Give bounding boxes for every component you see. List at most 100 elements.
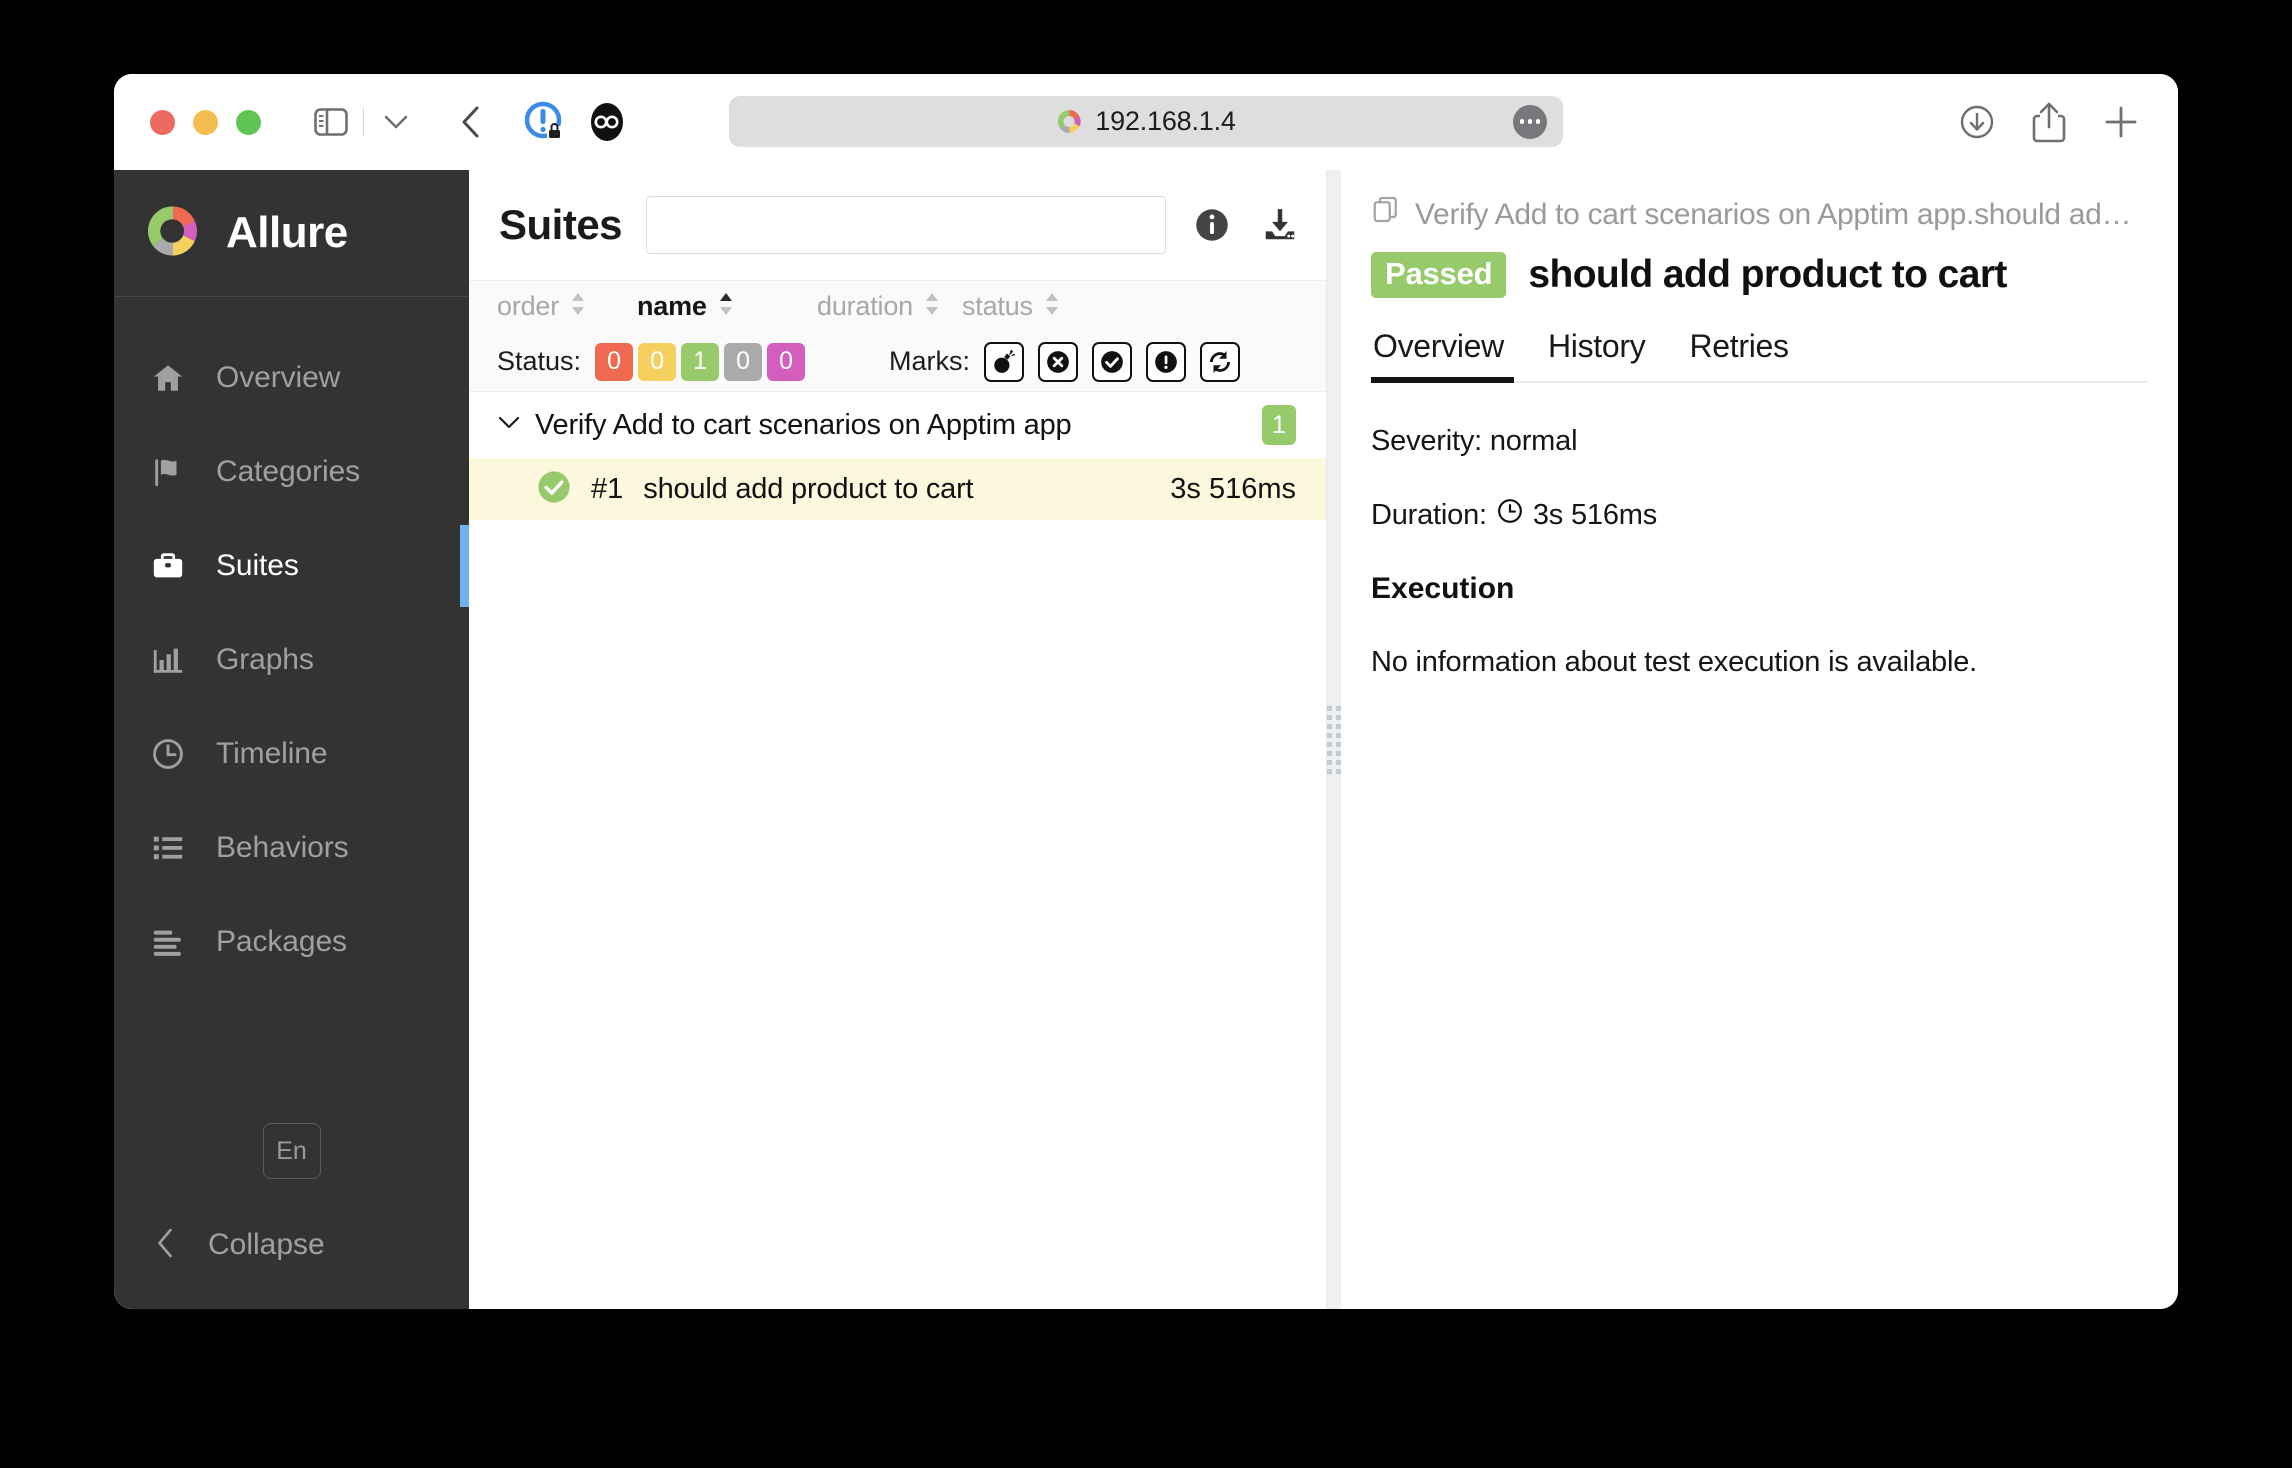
sidebar-active-indicator: [460, 525, 469, 607]
status-chip-skipped[interactable]: 0: [724, 343, 762, 381]
chevron-left-icon: [152, 1227, 178, 1264]
duration-value: 3s 516ms: [1533, 499, 1657, 532]
sidebar-item-label: Suites: [216, 549, 299, 583]
test-detail-panel: Verify Add to cart scenarios on Apptim a…: [1341, 170, 2178, 1309]
status-chip-unknown[interactable]: 0: [767, 343, 805, 381]
passed-status-icon: [537, 470, 571, 509]
privacy-report-icon[interactable]: [522, 99, 568, 145]
suites-tree: Verify Add to cart scenarios on Apptim a…: [469, 392, 1326, 520]
status-chip-broken[interactable]: 0: [638, 343, 676, 381]
status-chip-group: 0 0 1 0 0: [595, 343, 805, 381]
address-bar[interactable]: 192.168.1.4: [729, 96, 1563, 147]
sort-label: order: [497, 291, 559, 322]
clock-icon: [1497, 498, 1523, 532]
downloads-icon[interactable]: [1954, 99, 2000, 145]
status-badge: Passed: [1371, 252, 1506, 298]
sidebar-item-graphs[interactable]: Graphs: [114, 613, 469, 707]
toolbar-divider: [363, 107, 364, 137]
sort-label: name: [637, 291, 707, 322]
sidebar-item-label: Graphs: [216, 643, 314, 677]
marks-filter-label: Marks:: [889, 346, 970, 377]
test-duration: 3s 516ms: [1170, 473, 1296, 506]
clock-icon: [150, 736, 186, 772]
detail-title: should add product to cart: [1528, 253, 2006, 297]
sort-column-status[interactable]: status: [962, 291, 1092, 322]
sidebar-icon[interactable]: [305, 96, 357, 148]
detail-tabs: Overview History Retries: [1371, 324, 2148, 383]
brand-header[interactable]: Allure: [114, 170, 469, 297]
sidebar: Allure Overview Categories: [114, 170, 469, 1309]
new-tab-icon[interactable]: [2098, 99, 2144, 145]
tab-overview[interactable]: Overview: [1371, 324, 1526, 381]
grip-dots-icon: [1327, 706, 1341, 774]
page-settings-icon[interactable]: [1513, 105, 1547, 139]
copy-icon[interactable]: [1371, 196, 1401, 234]
home-icon: [150, 360, 186, 396]
bomb-icon[interactable]: [984, 342, 1024, 382]
filter-row: Status: 0 0 1 0 0 Marks:: [469, 332, 1326, 392]
sidebar-item-suites[interactable]: Suites: [114, 519, 469, 613]
brand-name: Allure: [226, 208, 348, 258]
detail-body: Severity: normal Duration: 3s 516ms Exec…: [1371, 383, 2148, 679]
sidebar-item-categories[interactable]: Categories: [114, 425, 469, 519]
sidebar-nav: Overview Categories Suites: [114, 297, 469, 989]
sidebar-item-label: Overview: [216, 361, 340, 395]
status-filter-label: Status:: [497, 346, 581, 377]
chevron-down-icon[interactable]: [497, 415, 521, 436]
sort-arrows-icon: [717, 291, 735, 322]
allure-app: Allure Overview Categories: [114, 170, 2178, 1309]
flag-icon: [150, 454, 186, 490]
execution-note: No information about test execution is a…: [1371, 646, 2148, 679]
breadcrumb-text: Verify Add to cart scenarios on Apptim a…: [1415, 198, 2131, 232]
severity-line: Severity: normal: [1371, 425, 2148, 458]
panel-resize-handle[interactable]: [1327, 170, 1341, 1309]
minimize-window-button[interactable]: [193, 110, 218, 135]
bar-chart-icon: [150, 642, 186, 678]
sidebar-item-label: Timeline: [216, 737, 327, 771]
sort-column-name[interactable]: name: [637, 291, 787, 322]
sidebar-item-label: Behaviors: [216, 831, 349, 865]
status-chip-failed[interactable]: 0: [595, 343, 633, 381]
page-title: Suites: [499, 201, 622, 249]
suite-count-badge: 1: [1262, 405, 1296, 445]
sort-label: status: [962, 291, 1033, 322]
address-bar-url: 192.168.1.4: [1095, 106, 1235, 137]
tab-retries[interactable]: Retries: [1667, 324, 1810, 381]
x-circle-icon[interactable]: [1038, 342, 1078, 382]
duration-label: Duration:: [1371, 499, 1487, 532]
suite-name: Verify Add to cart scenarios on Apptim a…: [535, 409, 1071, 442]
download-icon[interactable]: [1258, 203, 1302, 247]
breadcrumb[interactable]: Verify Add to cart scenarios on Apptim a…: [1371, 170, 2148, 234]
sort-arrows-icon: [1043, 291, 1061, 322]
marks-filter-group: Marks:: [889, 342, 1240, 382]
close-window-button[interactable]: [150, 110, 175, 135]
language-button[interactable]: En: [263, 1123, 321, 1179]
back-icon[interactable]: [444, 96, 496, 148]
suite-group-row[interactable]: Verify Add to cart scenarios on Apptim a…: [469, 392, 1326, 458]
info-icon[interactable]: [1190, 203, 1234, 247]
sort-column-duration[interactable]: duration: [817, 291, 962, 322]
allure-logo-icon: [144, 202, 202, 265]
refresh-icon[interactable]: [1200, 342, 1240, 382]
table-row[interactable]: #1 should add product to cart 3s 516ms: [469, 458, 1326, 520]
sidebar-item-timeline[interactable]: Timeline: [114, 707, 469, 801]
execution-heading: Execution: [1371, 572, 2148, 606]
exclamation-circle-icon[interactable]: [1146, 342, 1186, 382]
collapse-button[interactable]: Collapse: [114, 1215, 469, 1275]
browser-toolbar: 192.168.1.4: [114, 74, 2178, 170]
search-input[interactable]: [646, 196, 1166, 254]
sort-header-row: order name duration: [469, 280, 1326, 332]
sidebar-item-overview[interactable]: Overview: [114, 331, 469, 425]
tab-history[interactable]: History: [1526, 324, 1667, 381]
sort-column-order[interactable]: order: [497, 291, 617, 322]
zoom-window-button[interactable]: [236, 110, 261, 135]
list-icon: [150, 830, 186, 866]
test-name: should add product to cart: [643, 473, 973, 506]
sidebar-item-behaviors[interactable]: Behaviors: [114, 801, 469, 895]
sidebar-item-packages[interactable]: Packages: [114, 895, 469, 989]
share-icon[interactable]: [2026, 99, 2072, 145]
infinity-icon[interactable]: [586, 101, 628, 143]
chevron-down-icon[interactable]: [370, 96, 422, 148]
status-chip-passed[interactable]: 1: [681, 343, 719, 381]
check-circle-icon[interactable]: [1092, 342, 1132, 382]
